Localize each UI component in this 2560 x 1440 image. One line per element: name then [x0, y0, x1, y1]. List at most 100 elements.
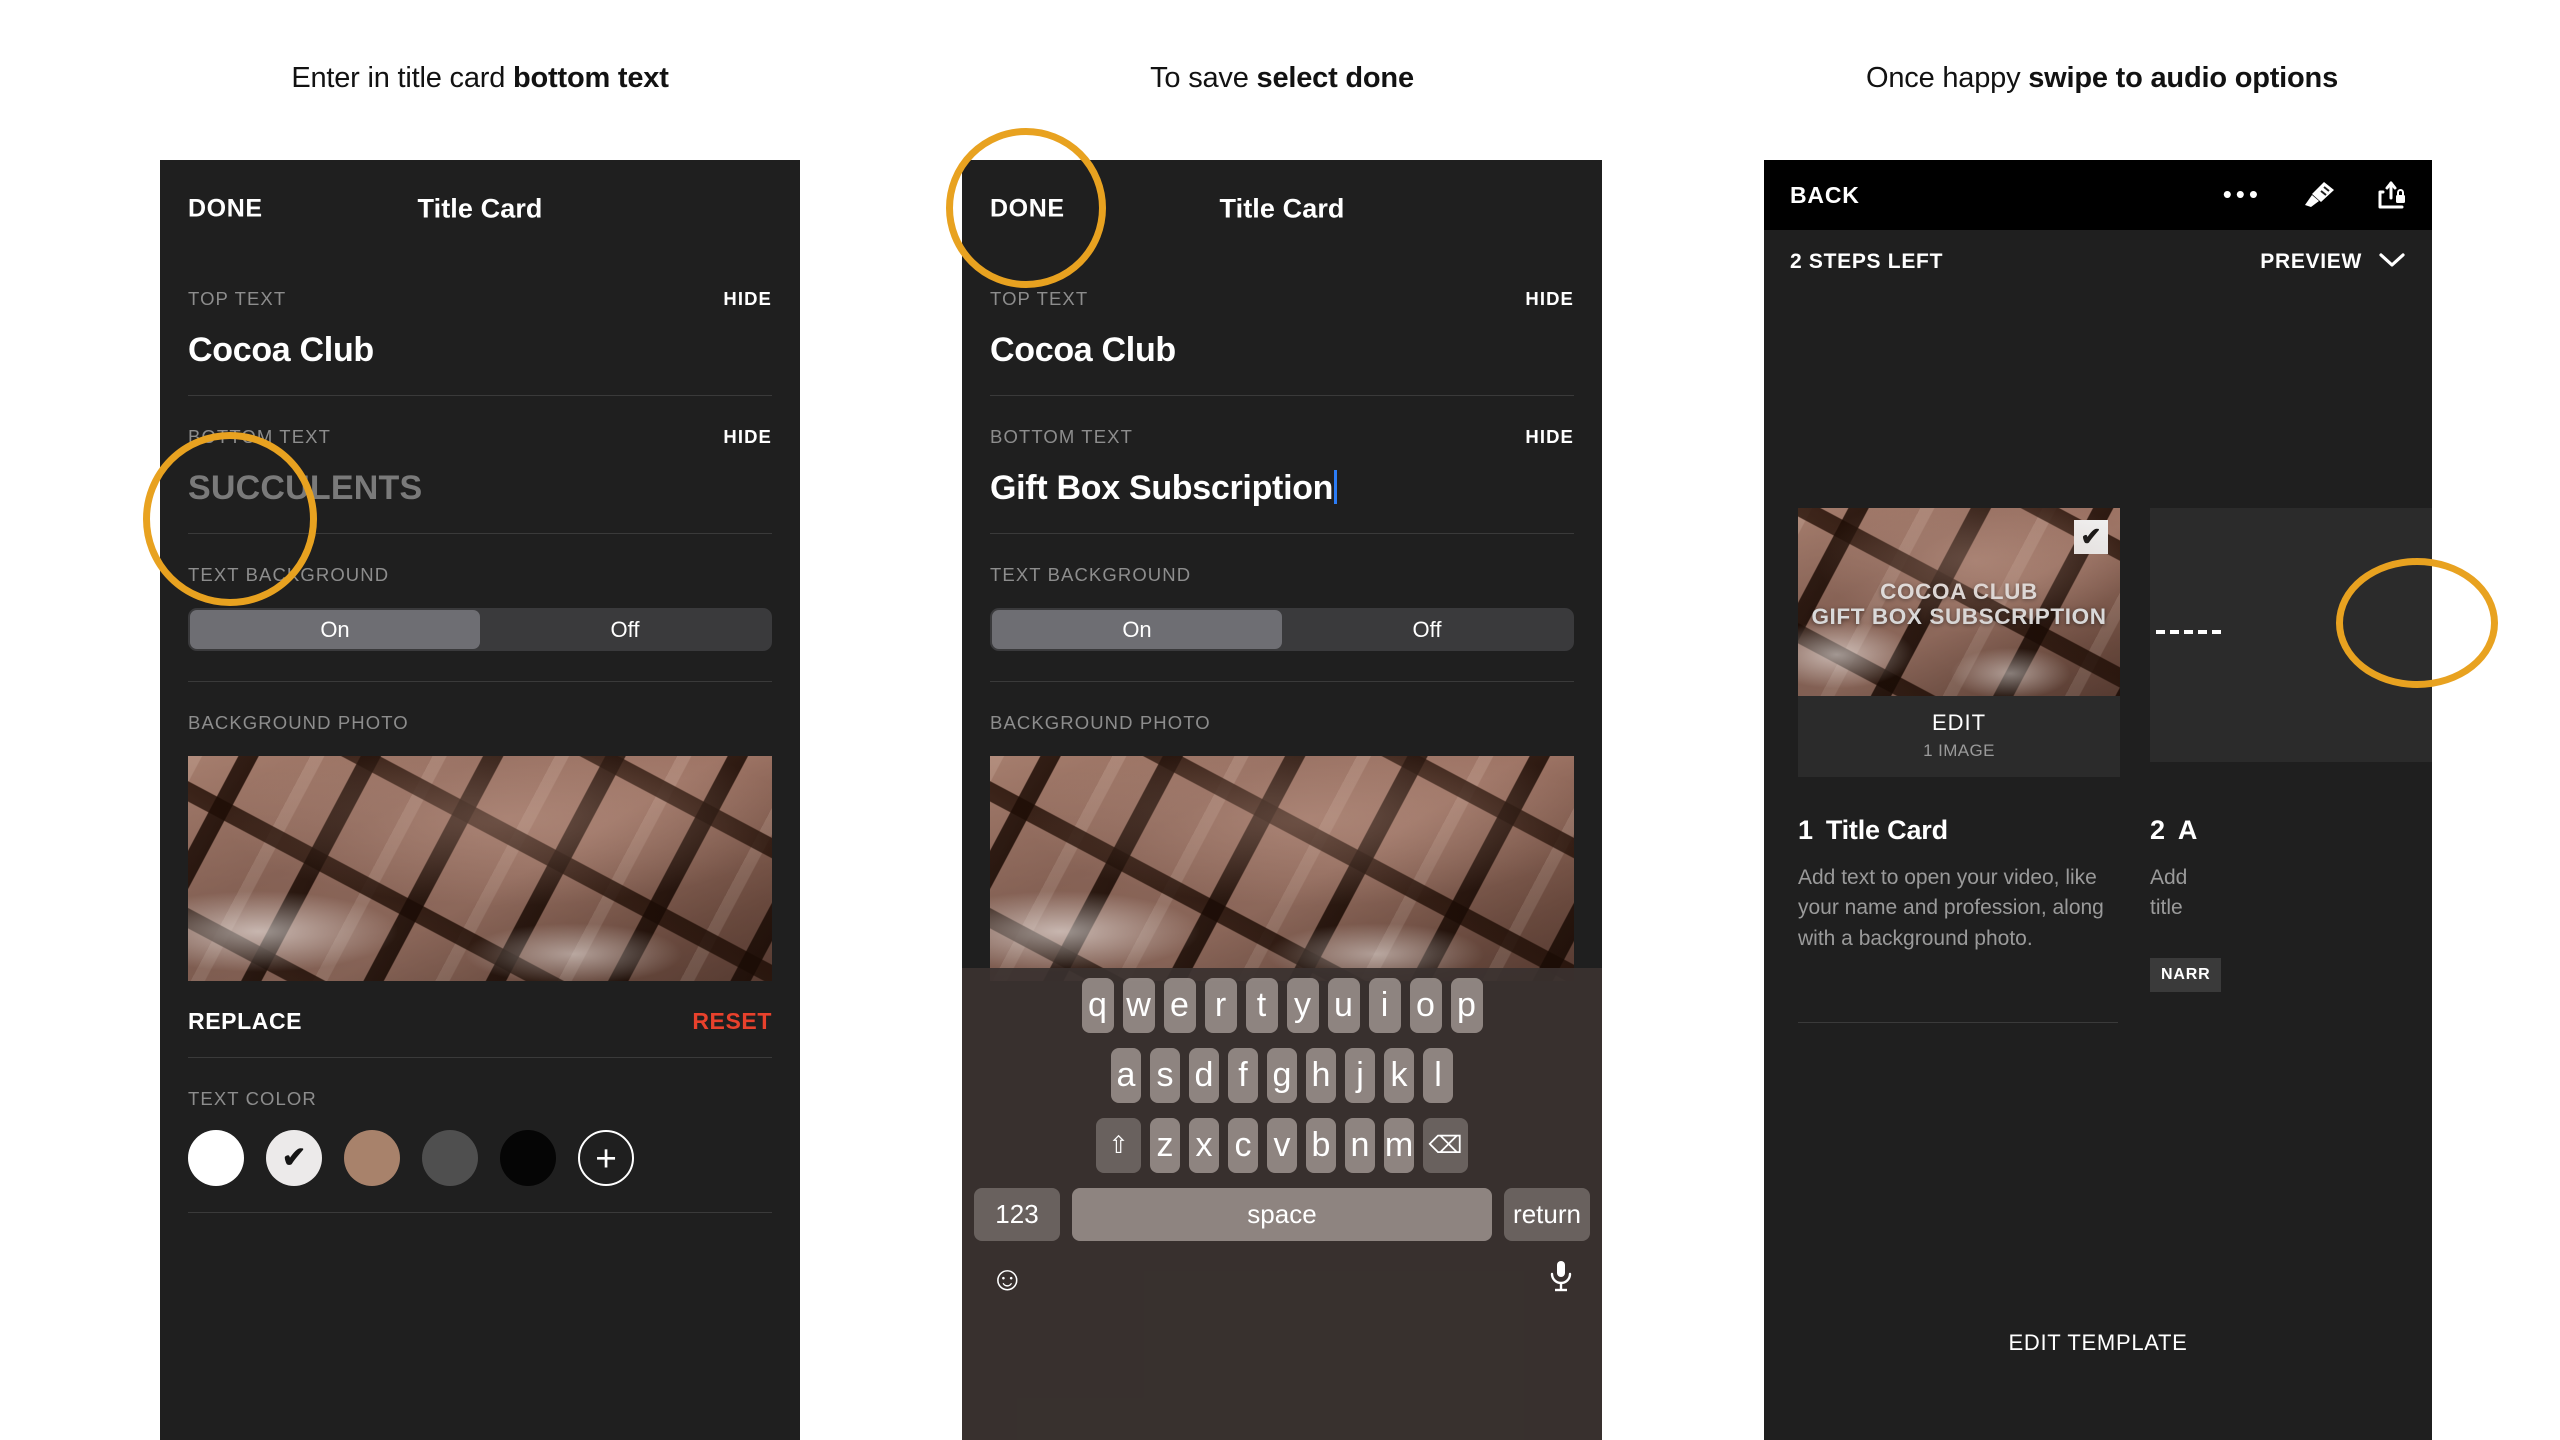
bottom-text-row[interactable]: Gift Box Subscription [990, 469, 1574, 508]
bottom-text-hide-button[interactable]: HIDE [723, 426, 772, 448]
onscreen-keyboard[interactable]: q w e r t y u i o p a s d f g h j k l ⇧ … [962, 968, 1602, 1440]
numbers-key[interactable]: 123 [974, 1188, 1060, 1241]
top-text-head: TOP TEXT HIDE [188, 258, 772, 310]
key-v[interactable]: v [1267, 1118, 1297, 1173]
top-text-hide-button[interactable]: HIDE [1525, 288, 1574, 310]
color-swatch-black[interactable] [500, 1130, 556, 1186]
key-p[interactable]: p [1450, 978, 1483, 1033]
reset-button[interactable]: RESET [692, 1008, 772, 1035]
step-1-title: 1 Title Card [1798, 815, 2118, 846]
key-q[interactable]: q [1081, 978, 1114, 1033]
key-g[interactable]: g [1267, 1048, 1297, 1103]
segment-on[interactable]: On [190, 610, 480, 649]
step-card-1[interactable]: COCOA CLUB GIFT BOX SUBSCRIPTION ✔ EDIT … [1798, 508, 2120, 777]
caption-2: To save select done [962, 62, 1602, 95]
key-m[interactable]: m [1384, 1118, 1414, 1173]
background-photo-thumbnail[interactable] [188, 756, 772, 981]
key-b[interactable]: b [1306, 1118, 1336, 1173]
key-r[interactable]: r [1204, 978, 1237, 1033]
chevron-down-icon[interactable] [2378, 251, 2406, 274]
step-card-2-partial[interactable] [2150, 508, 2432, 762]
key-d[interactable]: d [1189, 1048, 1219, 1103]
emoji-icon[interactable]: ☺ [990, 1262, 1025, 1296]
bottom-text-placeholder[interactable]: SUCCULENTS [188, 469, 772, 508]
key-n[interactable]: n [1345, 1118, 1375, 1173]
back-button[interactable]: BACK [1790, 182, 1860, 209]
top-text-hide-button[interactable]: HIDE [723, 288, 772, 310]
add-color-button[interactable]: + [578, 1130, 634, 1186]
card-checkbox[interactable]: ✔ [2074, 520, 2108, 554]
preview-button[interactable]: PREVIEW [2260, 250, 2362, 274]
card-edit-button[interactable]: EDIT [1798, 710, 2120, 736]
text-background-section: TEXT BACKGROUND [160, 534, 800, 586]
segment-off[interactable]: Off [1282, 610, 1572, 649]
step-2-block: 2A Add title NARR [2150, 815, 2432, 992]
key-i[interactable]: i [1368, 978, 1401, 1033]
edit-template-button[interactable]: EDIT TEMPLATE [1764, 1330, 2432, 1356]
top-text-value[interactable]: Cocoa Club [188, 331, 772, 370]
text-color-head: TEXT COLOR [188, 1058, 772, 1110]
shift-key-icon[interactable]: ⇧ [1096, 1118, 1141, 1173]
color-swatch-dark-gray[interactable] [422, 1130, 478, 1186]
bottom-text-field[interactable]: BOTTOM TEXT HIDE SUCCULENTS [160, 396, 800, 508]
replace-button[interactable]: REPLACE [188, 1008, 302, 1035]
top-text-label: TOP TEXT [990, 288, 1089, 309]
panel-title-card-typing: DONE Title Card TOP TEXT HIDE Cocoa Club… [962, 160, 1602, 1440]
caption-3-bold: swipe to audio options [2028, 62, 2338, 94]
more-options-icon[interactable]: ••• [2223, 182, 2262, 207]
card-overlay-text: COCOA CLUB GIFT BOX SUBSCRIPTION [1798, 579, 2120, 629]
step-2-description-line2: title [2150, 896, 2183, 920]
key-o[interactable]: o [1409, 978, 1442, 1033]
text-background-segmented-control[interactable]: On Off [160, 608, 800, 651]
key-s[interactable]: s [1150, 1048, 1180, 1103]
key-l[interactable]: l [1423, 1048, 1453, 1103]
background-photo-label: BACKGROUND PHOTO [188, 712, 409, 733]
key-w[interactable]: w [1122, 978, 1155, 1033]
bottom-text-hide-button[interactable]: HIDE [1525, 426, 1574, 448]
return-key[interactable]: return [1504, 1188, 1590, 1241]
key-a[interactable]: a [1111, 1048, 1141, 1103]
paintbrush-icon[interactable] [2302, 180, 2336, 210]
key-f[interactable]: f [1228, 1048, 1258, 1103]
key-y[interactable]: y [1286, 978, 1319, 1033]
card-footer: EDIT 1 IMAGE [1798, 696, 2120, 777]
color-swatch-white[interactable] [188, 1130, 244, 1186]
key-t[interactable]: t [1245, 978, 1278, 1033]
bottom-text-head: BOTTOM TEXT HIDE [188, 396, 772, 448]
key-c[interactable]: c [1228, 1118, 1258, 1173]
drag-handle-icon[interactable] [2156, 630, 2221, 634]
card2-thumbnail[interactable] [2150, 508, 2432, 696]
backspace-key-icon[interactable]: ⌫ [1423, 1118, 1468, 1173]
page-title: Title Card [1219, 193, 1345, 224]
top-text-field[interactable]: TOP TEXT HIDE Cocoa Club [962, 258, 1602, 370]
space-key[interactable]: space [1072, 1188, 1492, 1241]
dot-2 [2170, 630, 2179, 634]
top-text-field[interactable]: TOP TEXT HIDE Cocoa Club [160, 258, 800, 370]
key-k[interactable]: k [1384, 1048, 1414, 1103]
bottom-text-field[interactable]: BOTTOM TEXT HIDE Gift Box Subscription [962, 396, 1602, 508]
key-x[interactable]: x [1189, 1118, 1219, 1173]
share-lock-icon[interactable] [2376, 179, 2406, 211]
key-z[interactable]: z [1150, 1118, 1180, 1173]
plus-icon: + [595, 1137, 617, 1179]
color-swatch-tan[interactable] [344, 1130, 400, 1186]
segment-on[interactable]: On [992, 610, 1282, 649]
segment-off[interactable]: Off [480, 610, 770, 649]
color-swatch-off-white[interactable]: ✔ [266, 1130, 322, 1186]
segmented-control[interactable]: On Off [188, 608, 772, 651]
bottom-text-value[interactable]: Gift Box Subscription [990, 469, 1333, 507]
replace-reset-row: REPLACE RESET [160, 985, 800, 1057]
key-j[interactable]: j [1345, 1048, 1375, 1103]
key-h[interactable]: h [1306, 1048, 1336, 1103]
segmented-control[interactable]: On Off [990, 608, 1574, 651]
card-thumbnail[interactable]: COCOA CLUB GIFT BOX SUBSCRIPTION ✔ [1798, 508, 2120, 696]
background-photo-label: BACKGROUND PHOTO [990, 712, 1211, 733]
key-e[interactable]: e [1163, 978, 1196, 1033]
text-background-segmented-control[interactable]: On Off [962, 608, 1602, 651]
microphone-icon[interactable] [1548, 1259, 1574, 1299]
panel-steps-overview: BACK ••• 2 STEPS LEFT PREVIEW COCOA CLUB… [1764, 160, 2432, 1440]
top-text-value[interactable]: Cocoa Club [990, 331, 1574, 370]
card2-footer [2150, 696, 2432, 762]
background-photo-thumbnail[interactable] [990, 756, 1574, 981]
key-u[interactable]: u [1327, 978, 1360, 1033]
